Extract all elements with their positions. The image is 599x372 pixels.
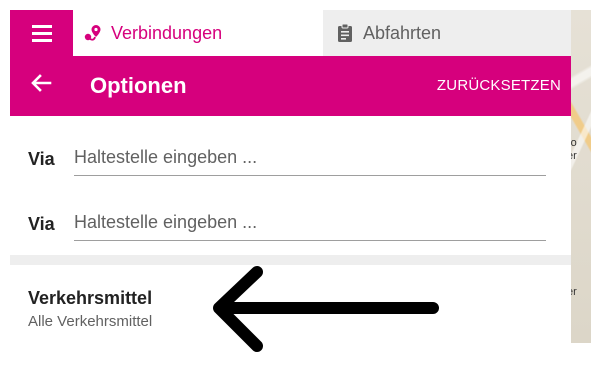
menu-button[interactable] — [10, 10, 73, 56]
tab-connections[interactable]: Verbindungen — [73, 10, 323, 56]
reset-button[interactable]: ZURÜCKSETZEN — [437, 77, 561, 94]
arrow-left-annotation — [213, 266, 439, 352]
tab-departures-label: Abfahrten — [363, 22, 442, 43]
via-label: Via — [28, 149, 55, 169]
transport-title: Verkehrsmittel — [28, 288, 153, 308]
via-stop-input[interactable] — [74, 205, 546, 241]
arrow-left-icon — [30, 72, 52, 99]
via-stop-input[interactable] — [74, 140, 546, 176]
back-button[interactable] — [26, 70, 56, 100]
via-row: Via — [10, 128, 571, 188]
via-label: Via — [28, 214, 55, 234]
via-row: Via — [10, 193, 571, 253]
hamburger-menu-icon — [31, 31, 52, 35]
tab-connections-label: Verbindungen — [111, 22, 223, 43]
tab-bar: Verbindungen Abfahrten — [10, 10, 571, 56]
hamburger-menu-icon — [31, 38, 52, 42]
page-title: Optionen — [90, 73, 187, 98]
transport-value: Alle Verkehrsmittel — [28, 313, 153, 330]
route-pin-icon — [83, 23, 103, 43]
hamburger-menu-icon — [31, 24, 52, 28]
clipboard-icon — [335, 23, 355, 43]
tab-departures[interactable]: Abfahrten — [323, 10, 571, 56]
options-header: Optionen ZURÜCKSETZEN — [10, 56, 571, 116]
